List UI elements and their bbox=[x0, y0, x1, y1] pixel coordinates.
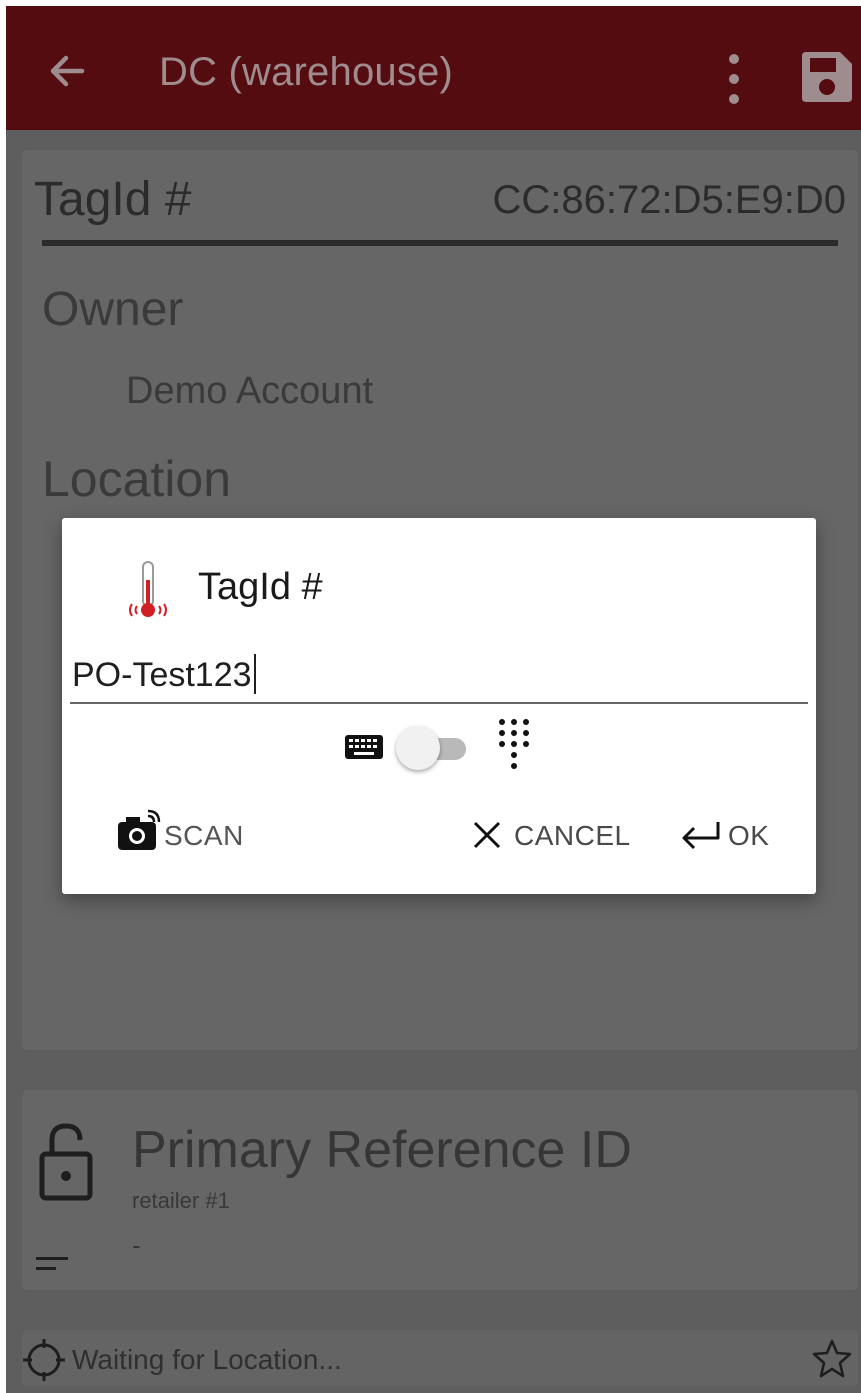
tag-id-value: CC:86:72:D5:E9:D0 bbox=[492, 178, 846, 222]
tag-id-underline bbox=[42, 240, 838, 246]
screen: DC (warehouse) TagId # CC:86:72:D5:E9:D0… bbox=[0, 0, 861, 1393]
save-icon[interactable] bbox=[798, 48, 856, 106]
ok-button[interactable]: OK bbox=[678, 814, 778, 860]
cancel-button-label: CANCEL bbox=[514, 820, 631, 851]
dialpad-icon bbox=[499, 719, 529, 769]
tag-id-input-value: PO-Test123 bbox=[72, 656, 252, 694]
input-underline bbox=[70, 702, 808, 704]
close-icon bbox=[473, 821, 501, 849]
tag-id-label: TagId # bbox=[34, 173, 192, 226]
text-caret bbox=[253, 654, 256, 694]
owner-value: Demo Account bbox=[126, 370, 374, 412]
camera-icon bbox=[118, 809, 161, 850]
short-text-icon bbox=[36, 1257, 68, 1270]
arrow-back-icon[interactable] bbox=[42, 46, 92, 96]
keyboard-return-icon bbox=[682, 822, 720, 850]
input-mode-toggle[interactable] bbox=[396, 726, 468, 770]
primary-reference-card[interactable]: Primary Reference ID retailer #1 - bbox=[22, 1090, 858, 1290]
scan-button[interactable]: SCAN bbox=[116, 809, 256, 860]
location-label: Location bbox=[42, 451, 232, 507]
location-status-text: Waiting for Location... bbox=[72, 1344, 342, 1375]
cancel-button[interactable]: CANCEL bbox=[472, 814, 632, 860]
star-outline-icon[interactable] bbox=[812, 1338, 852, 1378]
more-vert-icon[interactable] bbox=[722, 52, 746, 106]
owner-label: Owner bbox=[42, 283, 184, 336]
ok-button-label: OK bbox=[728, 820, 770, 851]
keyboard-icon bbox=[345, 735, 383, 759]
thermometer-icon bbox=[129, 561, 167, 617]
app-bar: DC (warehouse) bbox=[6, 6, 861, 130]
lock-open-icon bbox=[39, 1123, 93, 1201]
primary-reference-subtitle: retailer #1 bbox=[132, 1188, 230, 1213]
location-status-bar: Waiting for Location... bbox=[22, 1330, 858, 1386]
primary-reference-title: Primary Reference ID bbox=[132, 1121, 632, 1179]
app-bar-title: DC (warehouse) bbox=[159, 50, 454, 94]
dialog-title: TagId # bbox=[198, 566, 323, 608]
primary-reference-value: - bbox=[132, 1230, 141, 1260]
tag-id-dialog: TagId # PO-Test123 SCAN CANCEL OK bbox=[62, 518, 816, 894]
tag-id-input[interactable]: PO-Test123 bbox=[70, 646, 808, 704]
gps-target-icon bbox=[23, 1339, 65, 1381]
toggle-thumb bbox=[396, 726, 440, 770]
frame-edge-left bbox=[0, 0, 6, 1393]
tag-id-input-text: PO-Test123 bbox=[72, 654, 256, 695]
scan-button-label: SCAN bbox=[164, 820, 244, 851]
